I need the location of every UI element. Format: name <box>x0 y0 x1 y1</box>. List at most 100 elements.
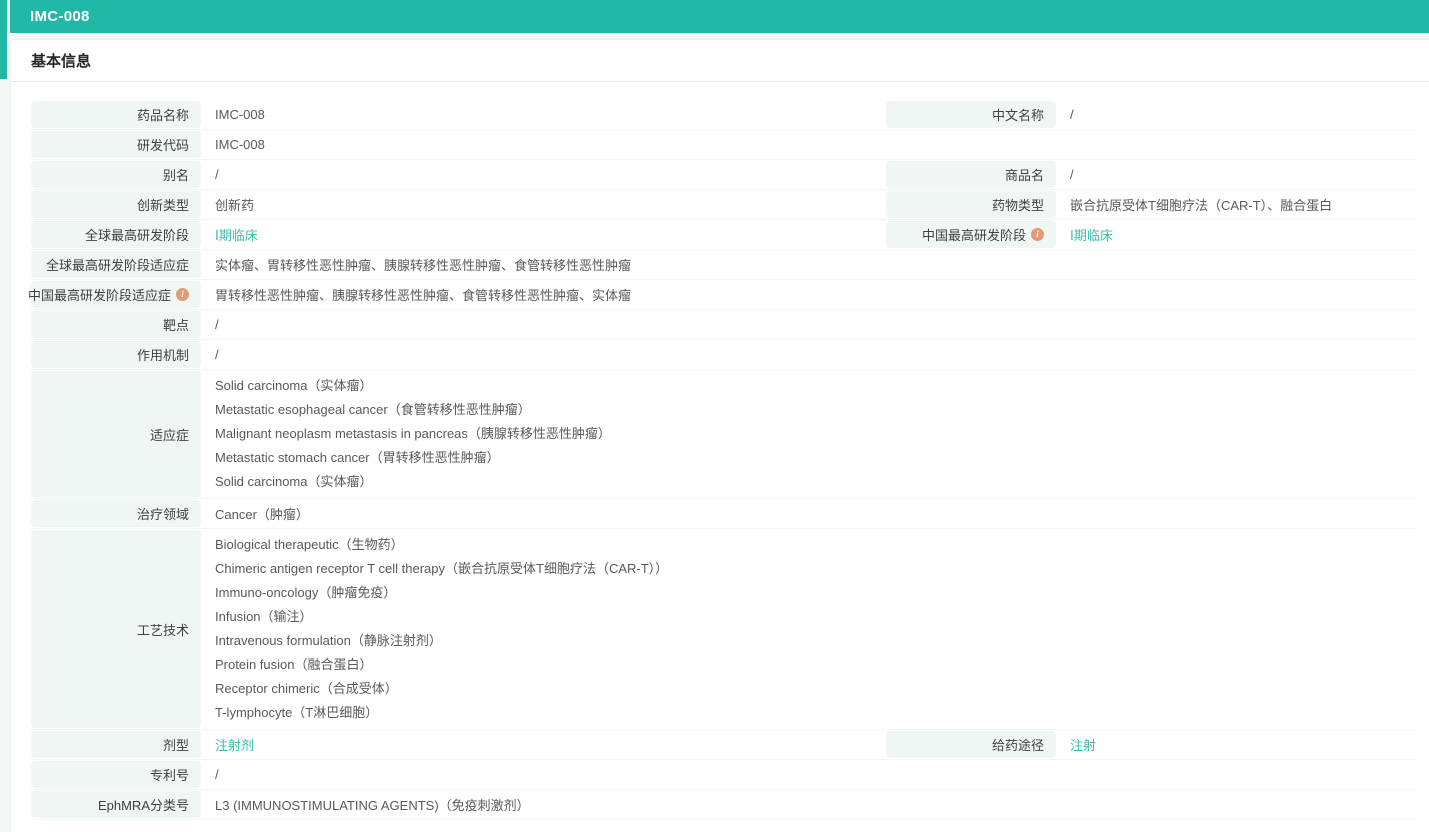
field-label: 靶点 <box>31 311 201 338</box>
field-link[interactable]: Ⅰ期临床 <box>1070 225 1113 244</box>
field-label: 全球最高研发阶段 <box>31 221 201 248</box>
table-row: EphMRA分类号 L3 (IMMUNOSTIMULATING AGENTS)（免… <box>31 790 1416 820</box>
field-value: IMC-008 <box>201 130 1416 159</box>
field-value-text: 创新药 <box>215 198 255 213</box>
field-value-line: Solid carcinoma（实体瘤） <box>215 474 373 489</box>
field-value-line: Immuno-oncology（肿瘤免疫） <box>215 585 397 600</box>
field-label: EphMRA分类号 <box>31 791 201 818</box>
field-label-text: 药品名称 <box>136 108 189 123</box>
field-value-text: / <box>215 167 219 182</box>
field-label: 创新类型 <box>31 191 201 218</box>
label-spacer <box>872 160 886 189</box>
field-value: Ⅰ期临床 <box>201 220 872 249</box>
info-icon[interactable]: i <box>1031 228 1044 241</box>
field-value-line: Infusion（输注） <box>215 609 313 624</box>
basic-info-table: 药品名称 IMC-008 中文名称 / 研发代码 IMC-008 别名 / 商品名 / 创新类型 创新… <box>27 100 1416 820</box>
section-title-row: 基本信息 <box>11 40 1429 82</box>
left-accent-strip <box>0 0 7 79</box>
info-icon[interactable]: i <box>176 288 189 301</box>
label-spacer <box>872 220 886 249</box>
field-label: 作用机制 <box>31 341 201 368</box>
table-row: 全球最高研发阶段 Ⅰ期临床 中国最高研发阶段 i Ⅰ期临床 <box>31 220 1416 250</box>
field-value: Solid carcinoma（实体瘤） Metastatic esophagea… <box>201 370 1416 498</box>
field-label-text: 中国最高研发阶段 <box>921 228 1026 243</box>
table-row: 作用机制 / <box>31 340 1416 370</box>
field-value-line: Solid carcinoma（实体瘤） <box>215 378 373 393</box>
field-value: 嵌合抗原受体T细胞疗法（CAR-T）、融合蛋白 <box>1056 190 1416 219</box>
table-row: 工艺技术 Biological therapeutic（生物药） Chimeric … <box>31 529 1416 730</box>
label-spacer <box>872 190 886 219</box>
table-row: 药品名称 IMC-008 中文名称 / <box>31 100 1416 130</box>
field-label-text: 研发代码 <box>136 138 189 153</box>
table-row: 全球最高研发阶段适应症 实体瘤、胃转移性恶性肿瘤、胰腺转移性恶性肿瘤、食管转移性恶… <box>31 250 1416 280</box>
field-label: 药物类型 <box>886 191 1056 218</box>
field-value: / <box>201 760 1416 789</box>
table-row: 研发代码 IMC-008 <box>31 130 1416 160</box>
field-label-text: 剂型 <box>162 738 189 753</box>
basic-info-card: 基本信息 药品名称 IMC-008 中文名称 / 研发代码 IMC-008 别名 / 商品名 / 创… <box>10 39 1429 832</box>
field-value: 注射 <box>1056 730 1416 759</box>
field-link[interactable]: 注射 <box>1070 735 1096 754</box>
field-value-text: / <box>1070 167 1074 182</box>
field-value: 实体瘤、胃转移性恶性肿瘤、胰腺转移性恶性肿瘤、食管转移性恶性肿瘤 <box>201 250 1416 279</box>
field-label-text: EphMRA分类号 <box>97 798 189 813</box>
field-value: 创新药 <box>201 190 872 219</box>
field-value-line: Protein fusion（融合蛋白） <box>215 657 373 672</box>
field-label-text: 药物类型 <box>991 198 1044 213</box>
field-value: / <box>201 310 1416 339</box>
field-label-text: 工艺技术 <box>136 622 189 638</box>
field-label-text: 中国最高研发阶段适应症 <box>27 288 171 303</box>
field-value: / <box>1056 160 1416 189</box>
table-row: 剂型 注射剂 给药途径 注射 <box>31 730 1416 760</box>
table-row: 专利号 / <box>31 760 1416 790</box>
table-row: 治疗领域 Cancer（肿瘤） <box>31 499 1416 529</box>
field-value-line: Receptor chimeric（合成受体） <box>215 681 398 696</box>
field-value-line: T-lymphocyte（T淋巴细胞） <box>215 705 379 720</box>
field-value-text: IMC-008 <box>215 137 265 152</box>
field-value-text: / <box>215 317 219 332</box>
field-value: / <box>1056 100 1416 129</box>
field-label: 专利号 <box>31 761 201 788</box>
field-value-text: 胃转移性恶性肿瘤、胰腺转移性恶性肿瘤、食管转移性恶性肿瘤、实体瘤 <box>215 288 632 303</box>
field-link[interactable]: 注射剂 <box>215 735 254 754</box>
table-row: 靶点 / <box>31 310 1416 340</box>
field-label-text: 商品名 <box>1004 168 1044 183</box>
field-label-text: 创新类型 <box>136 198 189 213</box>
field-value-text: / <box>215 767 219 782</box>
field-value: / <box>201 340 1416 369</box>
field-value: / <box>201 160 872 189</box>
field-value: Biological therapeutic（生物药） Chimeric anti… <box>201 529 1416 729</box>
field-value-text: / <box>215 347 219 362</box>
field-value: Cancer（肿瘤） <box>201 499 1416 528</box>
field-value-line: Metastatic stomach cancer（胃转移性恶性肿瘤） <box>215 450 500 465</box>
table-row: 别名 / 商品名 / <box>31 160 1416 190</box>
field-label: 商品名 <box>886 161 1056 188</box>
field-value-text: Cancer（肿瘤） <box>215 507 309 522</box>
page-title: IMC-008 <box>30 8 90 25</box>
field-label: 剂型 <box>31 731 201 758</box>
table-row: 创新类型 创新药 药物类型 嵌合抗原受体T细胞疗法（CAR-T）、融合蛋白 <box>31 190 1416 220</box>
field-value-text: 嵌合抗原受体T细胞疗法（CAR-T）、融合蛋白 <box>1070 198 1333 213</box>
table-row: 适应症 Solid carcinoma（实体瘤） Metastatic esopha… <box>31 370 1416 499</box>
field-label-text: 治疗领域 <box>136 507 189 522</box>
field-label-text: 作用机制 <box>136 348 189 363</box>
field-label: 工艺技术 <box>31 530 201 728</box>
field-value-text: 实体瘤、胃转移性恶性肿瘤、胰腺转移性恶性肿瘤、食管转移性恶性肿瘤 <box>215 258 632 273</box>
field-value-line: Malignant neoplasm metastasis in pancrea… <box>215 426 611 441</box>
label-spacer <box>872 100 886 129</box>
label-spacer <box>872 730 886 759</box>
field-link[interactable]: Ⅰ期临床 <box>215 225 258 244</box>
field-value-text: / <box>1070 107 1074 122</box>
field-label-text: 靶点 <box>162 318 189 333</box>
field-value: IMC-008 <box>201 100 872 129</box>
field-value: 注射剂 <box>201 730 872 759</box>
field-label: 治疗领域 <box>31 500 201 527</box>
field-label-text: 给药途径 <box>991 738 1044 753</box>
field-label: 中文名称 <box>886 101 1056 128</box>
field-value-line: Metastatic esophageal cancer（食管转移性恶性肿瘤） <box>215 402 531 417</box>
field-value-line: Biological therapeutic（生物药） <box>215 537 404 552</box>
field-label: 适应症 <box>31 371 201 497</box>
field-value-line: Chimeric antigen receptor T cell therapy… <box>215 561 669 576</box>
field-label: 别名 <box>31 161 201 188</box>
field-label: 研发代码 <box>31 131 201 158</box>
